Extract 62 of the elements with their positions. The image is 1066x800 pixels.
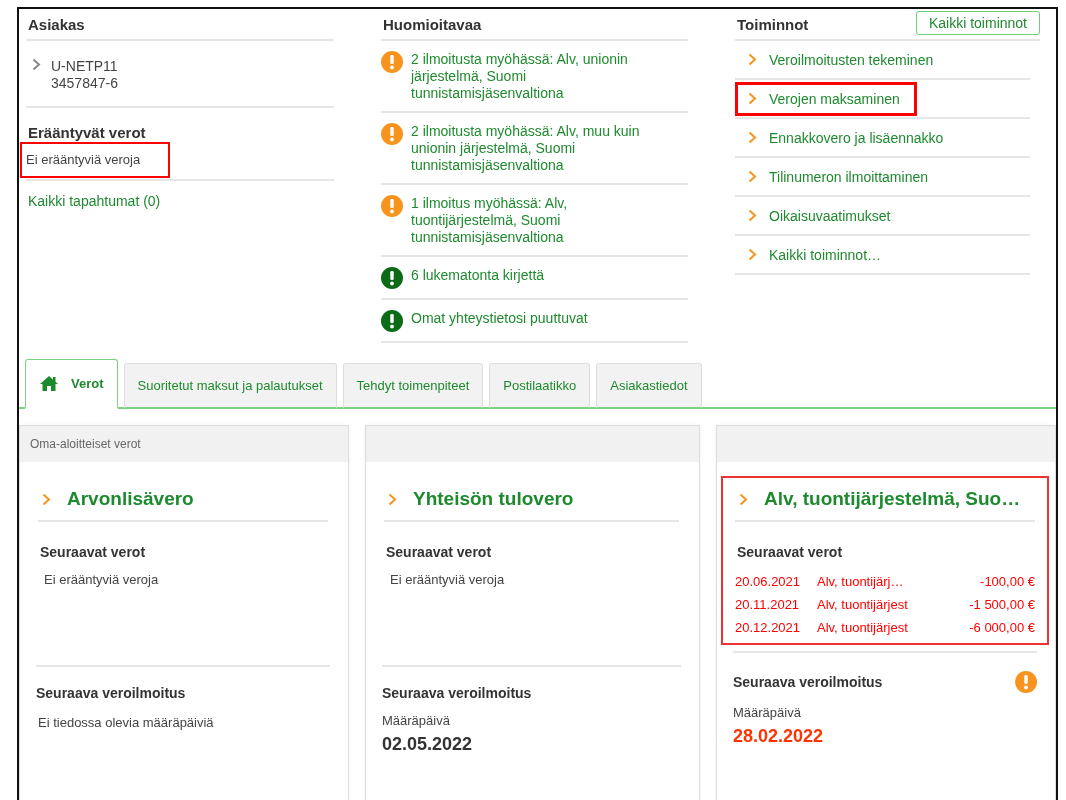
action-link[interactable]: Kaikki toiminnot… <box>735 237 899 272</box>
tab[interactable]: Asiakastiedot <box>596 363 702 409</box>
tax-date: 20.06.2021 <box>735 574 802 589</box>
section-heading: Erääntyvät verot <box>28 124 147 141</box>
action-link[interactable]: Ennakkovero ja lisäennakko <box>735 120 961 155</box>
section-heading: Seuraava veroilmoitus <box>382 685 532 701</box>
action-link[interactable]: Veroilmoitusten tekeminen <box>735 42 951 77</box>
chevron-icon <box>748 131 757 144</box>
tax-name: Alv, tuontijärjest <box>817 620 909 635</box>
due-date: 02.05.2022 <box>382 734 474 755</box>
section-heading: Toiminnot <box>736 15 809 33</box>
action-link[interactable]: Oikaisuvaatimukset <box>735 198 908 233</box>
section-heading: Seuraavat verot <box>737 544 844 560</box>
tax-name: Alv, tuontijärjest <box>817 597 909 612</box>
action-link[interactable]: Tilinumeron ilmoittaminen <box>735 159 945 194</box>
section-heading: Seuraava veroilmoitus <box>36 685 186 701</box>
chevron-icon <box>748 170 757 183</box>
action-link[interactable]: Verojen maksaminen <box>735 81 917 116</box>
section-heading: Asiakas <box>27 15 85 33</box>
customer-id: U-NETP11 <box>51 58 118 75</box>
due-date-label: Määräpäivä <box>733 705 802 720</box>
empty-text: Ei erääntyviä veroja <box>44 572 160 587</box>
notice-link[interactable]: Omat yhteystietosi puuttuvat <box>411 310 588 332</box>
notice-link[interactable]: 2 ilmoitusta myöhässä: Alv, unionin järjestelmä, Suomi tunnistamisjäsenvaltiona <box>411 51 656 102</box>
empty-text: Ei erääntyviä veroja <box>390 572 506 587</box>
chevron-icon <box>388 492 397 506</box>
tax-title-link[interactable]: Yhteisön tulovero <box>413 488 574 510</box>
tax-name: Alv, tuontijärj… <box>817 574 905 589</box>
tax-date: 20.12.2021 <box>735 620 802 635</box>
tax-amount: -6 000,00 € <box>969 620 1035 635</box>
empty-text: Ei tiedossa olevia määräpäiviä <box>38 715 215 730</box>
due-date-label: Määräpäivä <box>382 713 451 728</box>
business-id: 3457847-6 <box>51 75 118 92</box>
tax-title-link[interactable]: Alv, tuontijärjestelmä, Suo… <box>764 488 1021 510</box>
chevron-icon <box>748 209 757 222</box>
home-icon <box>39 375 59 392</box>
tab[interactable]: Suoritetut maksut ja palautukset <box>123 363 337 409</box>
notice-link[interactable]: 2 ilmoitusta myöhässä: Alv, muu kuin unionin järjestelmä, Suomi tunnistamisjäsenvaltiona <box>411 123 656 174</box>
tax-amount: -100,00 € <box>980 574 1035 589</box>
chevron-icon <box>32 58 41 71</box>
due-taxes-text: Ei erääntyviä veroja <box>20 142 171 178</box>
section-heading: Seuraava veroilmoitus <box>733 674 883 690</box>
section-heading: Seuraavat verot <box>40 544 147 560</box>
section-heading: Seuraavat verot <box>386 544 493 560</box>
tax-amount: -1 500,00 € <box>969 597 1035 612</box>
chevron-icon <box>748 53 757 66</box>
notice-link[interactable]: 6 lukematonta kirjettä <box>411 267 545 289</box>
chevron-icon <box>748 248 757 261</box>
tab[interactable]: Verot <box>25 359 118 409</box>
chevron-icon <box>42 492 51 506</box>
card-header-text: Oma-aloitteiset verot <box>30 437 141 451</box>
notice-link[interactable]: 1 ilmoitus myöhässä: Alv, tuontijärjestelmä, Suomi tunnistamisjäsenvaltiona <box>411 195 656 246</box>
due-date: 28.02.2022 <box>733 726 825 747</box>
chevron-icon <box>739 492 748 506</box>
tab[interactable]: Postilaatikko <box>489 363 591 409</box>
tab[interactable]: Tehdyt toimenpiteet <box>342 363 484 409</box>
tax-title-link[interactable]: Arvonlisävero <box>67 488 194 510</box>
all-actions-button[interactable]: Kaikki toiminnot <box>915 11 1040 35</box>
section-heading: Huomioitavaa <box>382 15 482 33</box>
chevron-icon <box>748 92 757 105</box>
all-events-link[interactable]: Kaikki tapahtumat (0) <box>28 193 334 209</box>
tax-date: 20.11.2021 <box>735 597 801 612</box>
